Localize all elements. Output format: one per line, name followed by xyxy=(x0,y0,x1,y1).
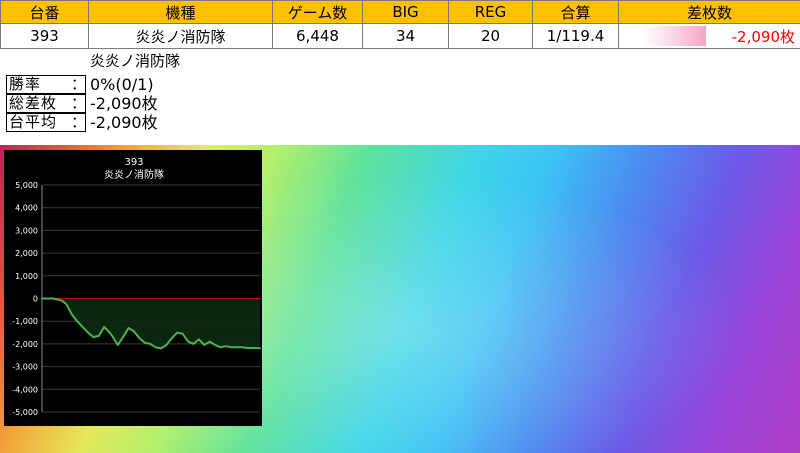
cell-unit-number: 393 xyxy=(0,23,89,49)
stat-label-box: 総差枚 ： xyxy=(6,94,86,113)
table-header-row: 台番 機種 ゲーム数 BIG REG 合算 差枚数 xyxy=(0,0,800,24)
stat-label-box: 勝率 ： xyxy=(6,75,86,94)
y-tick-label: 0 xyxy=(33,295,38,304)
y-tick-label: 5,000 xyxy=(15,181,38,190)
stat-value: -2,090枚 xyxy=(90,94,158,113)
table-row: 393 炎炎ノ消防隊 6,448 34 20 1/119.4 -2,090枚 xyxy=(0,23,800,49)
stat-colon: ： xyxy=(71,75,87,93)
header-combined: 合算 xyxy=(532,0,619,24)
stat-value: -2,090枚 xyxy=(90,113,158,132)
line-chart: 393 炎炎ノ消防隊 5,000 4,000 3,000 2,000 1,000 0 -1,… xyxy=(12,157,261,417)
header-machine: 機種 xyxy=(88,0,273,24)
chart-area xyxy=(41,297,261,350)
y-tick-label: 1,000 xyxy=(15,272,38,281)
stat-label: 勝率 xyxy=(9,75,42,93)
stat-row-average: 台平均 ： -2,090枚 xyxy=(6,113,158,132)
header-big: BIG xyxy=(362,0,449,24)
stat-label: 台平均 xyxy=(9,113,58,131)
cell-reg: 20 xyxy=(448,23,533,49)
stat-row-total-diff: 総差枚 ： -2,090枚 xyxy=(6,94,158,113)
header-reg: REG xyxy=(448,0,533,24)
chart-panel: 393 炎炎ノ消防隊 5,000 4,000 3,000 2,000 1,000 0 -1,… xyxy=(4,150,262,426)
chart-title: 393 xyxy=(124,157,143,168)
header-unit-number: 台番 xyxy=(0,0,89,24)
summary-table: 台番 機種 ゲーム数 BIG REG 合算 差枚数 393 炎炎ノ消防隊 6,4… xyxy=(0,0,800,49)
y-tick-label: 4,000 xyxy=(15,204,38,213)
diff-value: -2,090枚 xyxy=(731,27,795,46)
chart-subtitle: 炎炎ノ消防隊 xyxy=(104,168,164,181)
cell-machine: 炎炎ノ消防隊 xyxy=(88,23,273,49)
stat-row-win-rate: 勝率 ： 0%(0/1) xyxy=(6,75,158,94)
header-games: ゲーム数 xyxy=(272,0,363,24)
stat-label-box: 台平均 ： xyxy=(6,113,86,132)
header-diff: 差枚数 xyxy=(618,0,800,24)
y-tick-label: -5,000 xyxy=(12,408,38,417)
cell-games: 6,448 xyxy=(272,23,363,49)
stats-block: 勝率 ： 0%(0/1) 総差枚 ： -2,090枚 台平均 ： -2,090枚 xyxy=(6,75,158,132)
y-tick-label: -1,000 xyxy=(12,317,38,326)
cell-combined: 1/119.4 xyxy=(532,23,619,49)
stat-colon: ： xyxy=(71,94,87,112)
stat-colon: ： xyxy=(71,113,87,131)
cell-big: 34 xyxy=(362,23,449,49)
diff-bar xyxy=(644,26,706,46)
y-tick-label: 3,000 xyxy=(15,226,38,235)
stat-value: 0%(0/1) xyxy=(90,75,154,94)
y-tick-label: -3,000 xyxy=(12,363,38,372)
y-tick-label: -2,000 xyxy=(12,340,38,349)
stat-label: 総差枚 xyxy=(9,94,58,112)
y-tick-label: -4,000 xyxy=(12,385,38,394)
machine-heading: 炎炎ノ消防隊 xyxy=(90,52,181,70)
y-tick-label: 2,000 xyxy=(15,249,38,258)
series-fill xyxy=(42,298,260,349)
cell-diff: -2,090枚 xyxy=(618,23,800,49)
